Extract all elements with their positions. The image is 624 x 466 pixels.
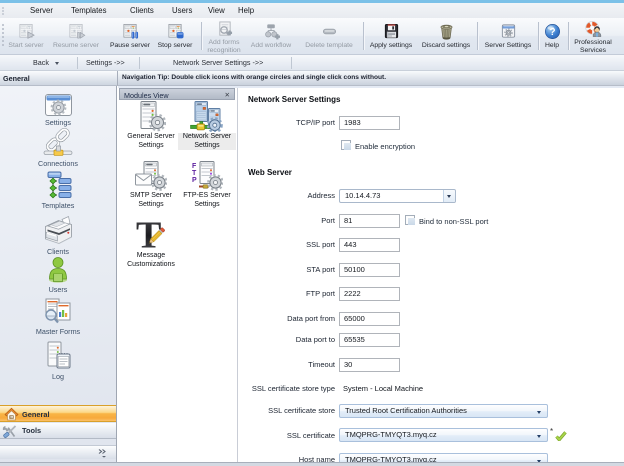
svg-text:F: F	[192, 163, 197, 170]
svg-text:P: P	[192, 177, 197, 184]
svg-text:?: ?	[549, 27, 555, 38]
svg-text:T: T	[192, 170, 197, 177]
